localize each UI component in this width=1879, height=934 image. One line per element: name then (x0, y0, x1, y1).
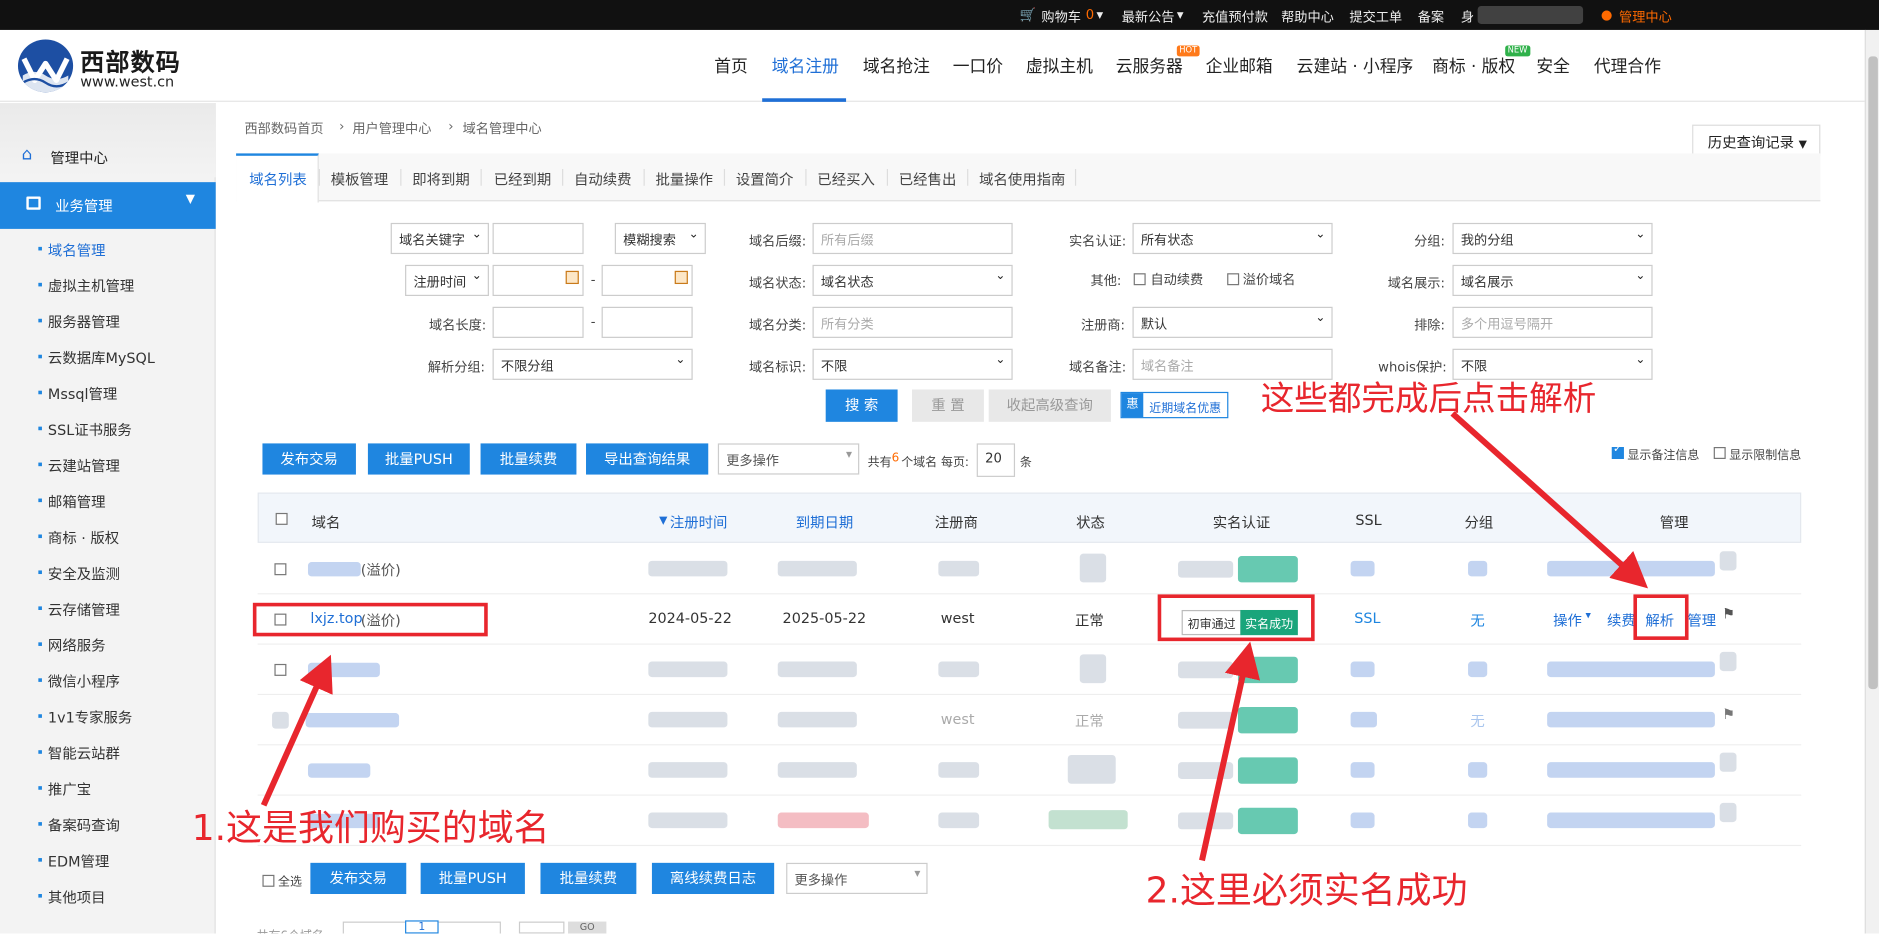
annotation-dns: 这些都完成后点击解析 (1260, 378, 1597, 419)
annotation-arrows (260, 411, 1649, 862)
arrow-to-realname (1199, 641, 1261, 862)
arrow-to-domain (260, 654, 333, 807)
arrow-to-dns (1450, 411, 1649, 589)
page: 🛒 购物车 0 ▾ 最新公告 ▾ 充值预付款 帮助中心 提交工单 备案 身 ● … (0, 0, 1879, 934)
annotation-realname: 2.这里必须实名成功 (1145, 870, 1468, 912)
annotation-domain: 1.这是我们购买的域名 (191, 807, 550, 850)
